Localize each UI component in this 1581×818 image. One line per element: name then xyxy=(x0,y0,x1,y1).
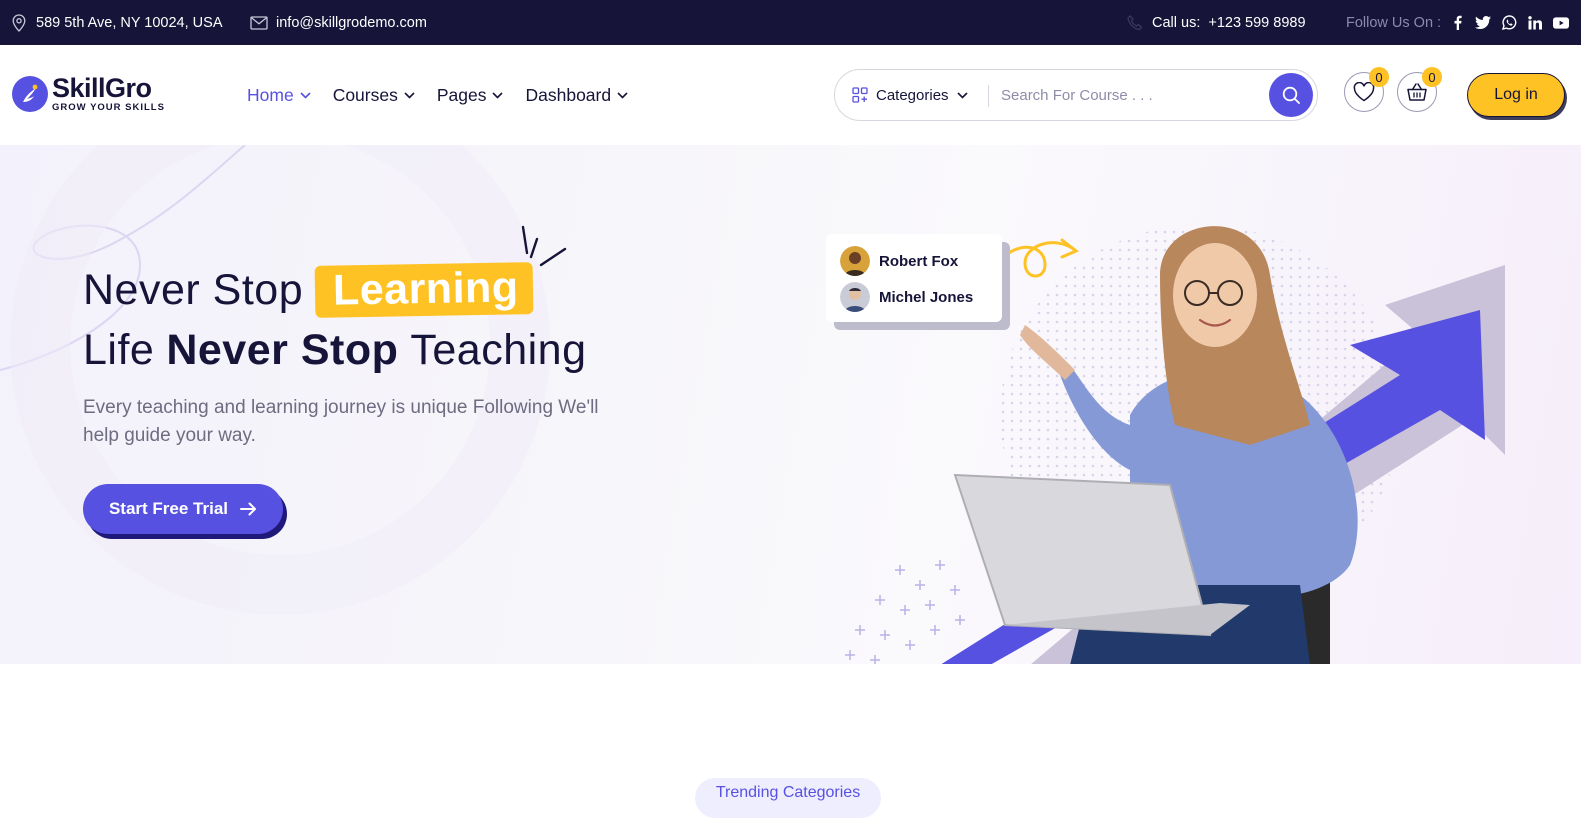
twitter-icon[interactable] xyxy=(1475,15,1492,31)
chevron-down-icon xyxy=(956,91,968,99)
logo-name: SkillGro xyxy=(52,73,152,103)
headline-line1-prefix: Never Stop xyxy=(83,266,304,314)
headline-line2-suffix: Teaching xyxy=(410,326,587,374)
avatar xyxy=(840,282,870,312)
social-links xyxy=(1449,15,1570,31)
headline-line2-prefix: Life xyxy=(83,326,155,374)
top-bar: 589 5th Ave, NY 10024, USA info@skillgro… xyxy=(0,0,1581,45)
categories-label: Categories xyxy=(876,86,949,104)
nav-label: Dashboard xyxy=(525,84,612,105)
hero-section: Never Stop Learning Life Never Stop Teac… xyxy=(0,145,1581,664)
whatsapp-icon[interactable] xyxy=(1501,15,1517,31)
chevron-down-icon xyxy=(404,91,415,99)
nav-label: Home xyxy=(247,84,294,105)
nav-item-home[interactable]: Home xyxy=(247,85,311,106)
main-nav: Home Courses Pages Dashboard xyxy=(247,45,628,145)
students-card: Robert Fox Michel Jones xyxy=(826,234,1002,322)
cart-count-badge: 0 xyxy=(1422,67,1442,87)
address-text: 589 5th Ave, NY 10024, USA xyxy=(36,14,223,31)
student-name: Robert Fox xyxy=(879,252,959,270)
search-divider xyxy=(988,85,989,107)
headline-highlight: Learning xyxy=(314,262,534,318)
search-icon xyxy=(1282,86,1300,104)
nav-label: Pages xyxy=(436,84,487,105)
location-pin-icon xyxy=(10,13,28,32)
chevron-down-icon xyxy=(617,91,628,99)
main-header: SkillGro GROW YOUR SKILLS Home Courses P… xyxy=(0,45,1581,145)
sparks-decoration-icon xyxy=(521,225,567,267)
facebook-icon[interactable] xyxy=(1449,15,1465,31)
follow-label: Follow Us On : xyxy=(1346,14,1442,31)
phone-number[interactable]: +123 599 8989 xyxy=(1208,15,1305,31)
linkedin-icon[interactable] xyxy=(1527,15,1543,31)
heart-icon xyxy=(1353,82,1375,102)
cart-button[interactable]: 0 xyxy=(1397,67,1442,112)
phone-info[interactable]: Call us: +123 599 8989 xyxy=(1126,0,1306,45)
avatar xyxy=(840,246,870,276)
cta-label: Start Free Trial xyxy=(108,499,229,518)
phone-icon xyxy=(1126,14,1144,32)
site-logo[interactable]: SkillGro GROW YOUR SKILLS xyxy=(12,75,165,113)
nav-item-dashboard[interactable]: Dashboard xyxy=(525,85,628,106)
youtube-icon[interactable] xyxy=(1553,15,1570,31)
search-input[interactable] xyxy=(1001,79,1261,111)
chevron-down-icon xyxy=(300,91,311,99)
login-button[interactable]: Log in xyxy=(1467,73,1565,117)
headline-line2-strong: Never Stop xyxy=(166,326,399,374)
grid-icon xyxy=(852,87,868,103)
categories-dropdown[interactable]: Categories xyxy=(852,70,968,120)
arrow-right-icon xyxy=(240,502,257,516)
student-item: Robert Fox xyxy=(840,243,988,279)
student-item: Michel Jones xyxy=(840,279,988,315)
nav-item-pages[interactable]: Pages xyxy=(437,85,504,106)
wishlist-button[interactable]: 0 xyxy=(1344,67,1389,112)
nav-label: Courses xyxy=(332,84,398,105)
start-free-trial-button[interactable]: Start Free Trial xyxy=(83,484,283,534)
basket-icon xyxy=(1407,83,1427,101)
wishlist-count-badge: 0 xyxy=(1369,67,1389,87)
logo-mark-icon xyxy=(12,75,48,112)
email-text[interactable]: info@skillgrodemo.com xyxy=(276,15,427,31)
chevron-down-icon xyxy=(492,91,504,99)
search-button[interactable] xyxy=(1269,73,1313,117)
search-bar: Categories xyxy=(834,69,1318,121)
hero-subtitle: Every teaching and learning journey is u… xyxy=(83,397,599,446)
logo-tagline: GROW YOUR SKILLS xyxy=(52,102,165,113)
address-info: 589 5th Ave, NY 10024, USA xyxy=(10,0,223,45)
nav-item-courses[interactable]: Courses xyxy=(333,85,415,106)
follow-section: Follow Us On : xyxy=(1346,0,1570,45)
student-name: Michel Jones xyxy=(879,288,974,306)
trending-categories-pill: Trending Categories xyxy=(695,778,881,818)
envelope-icon xyxy=(250,14,268,32)
call-label: Call us: xyxy=(1152,14,1201,31)
hero-headline: Never Stop Learning Life Never Stop Teac… xyxy=(83,260,587,380)
email-info[interactable]: info@skillgrodemo.com xyxy=(250,0,427,45)
